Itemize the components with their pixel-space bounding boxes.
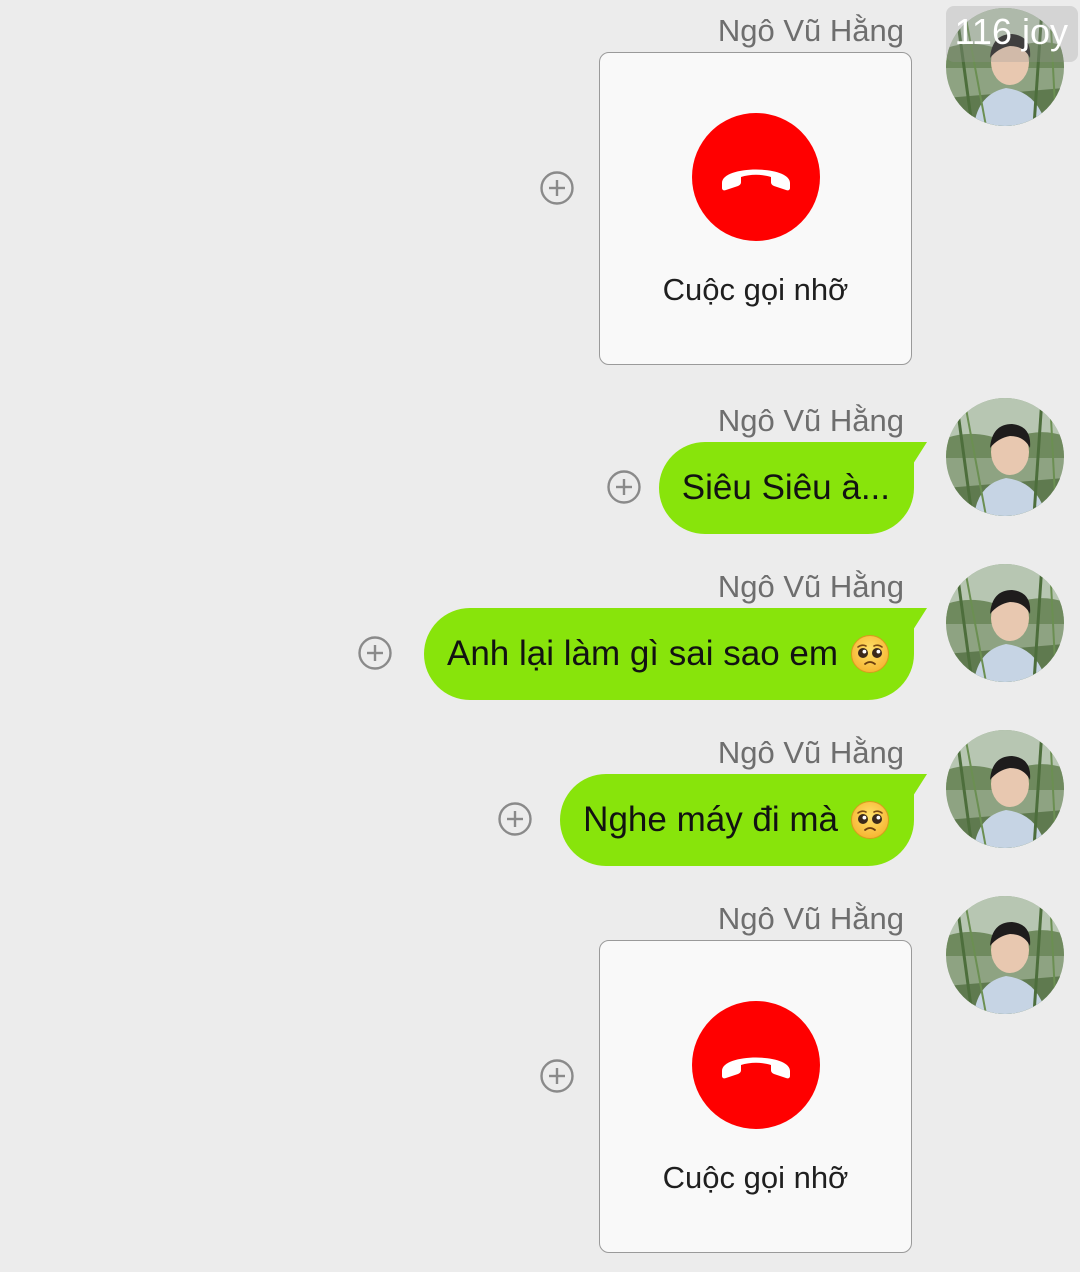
add-reaction-button[interactable] bbox=[540, 171, 574, 205]
sender-name: Ngô Vũ Hằng bbox=[717, 735, 904, 770]
add-reaction-button[interactable] bbox=[540, 1059, 574, 1093]
avatar[interactable] bbox=[946, 398, 1064, 516]
missed-call-card[interactable]: Cuộc gọi nhỡ bbox=[599, 940, 912, 1253]
avatar[interactable] bbox=[946, 564, 1064, 682]
watermark: 116 joy bbox=[946, 6, 1078, 62]
missed-call-icon bbox=[692, 113, 820, 241]
plus-circle-icon bbox=[498, 802, 532, 836]
message-text: Anh lại làm gì sai sao em bbox=[446, 634, 838, 673]
avatar[interactable] bbox=[946, 730, 1064, 848]
avatar[interactable] bbox=[946, 896, 1064, 1014]
plus-circle-icon bbox=[358, 636, 392, 670]
message-bubble[interactable]: Anh lại làm gì sai sao em bbox=[423, 608, 928, 700]
add-reaction-button[interactable] bbox=[358, 636, 392, 670]
missed-call-icon bbox=[692, 1001, 820, 1129]
sender-name: Ngô Vũ Hằng bbox=[717, 13, 904, 48]
plus-circle-icon bbox=[540, 171, 574, 205]
call-label: Cuộc gọi nhỡ bbox=[662, 272, 849, 307]
sender-name: Ngô Vũ Hằng bbox=[717, 901, 904, 936]
pleading-face-emoji bbox=[850, 800, 890, 840]
missed-call-card[interactable]: Cuộc gọi nhỡ bbox=[599, 52, 912, 365]
add-reaction-button[interactable] bbox=[607, 470, 641, 504]
message-bubble[interactable]: Nghe máy đi mà bbox=[560, 774, 927, 866]
pleading-face-emoji bbox=[850, 634, 890, 674]
message-text: Nghe máy đi mà bbox=[583, 800, 838, 839]
sender-name: Ngô Vũ Hằng bbox=[717, 403, 904, 438]
add-reaction-button[interactable] bbox=[498, 802, 532, 836]
message-bubble[interactable]: Siêu Siêu à... bbox=[658, 442, 928, 534]
plus-circle-icon bbox=[540, 1059, 574, 1093]
message-text: Siêu Siêu à... bbox=[681, 468, 890, 507]
plus-circle-icon bbox=[607, 470, 641, 504]
sender-name: Ngô Vũ Hằng bbox=[717, 569, 904, 604]
call-label: Cuộc gọi nhỡ bbox=[662, 1160, 849, 1195]
